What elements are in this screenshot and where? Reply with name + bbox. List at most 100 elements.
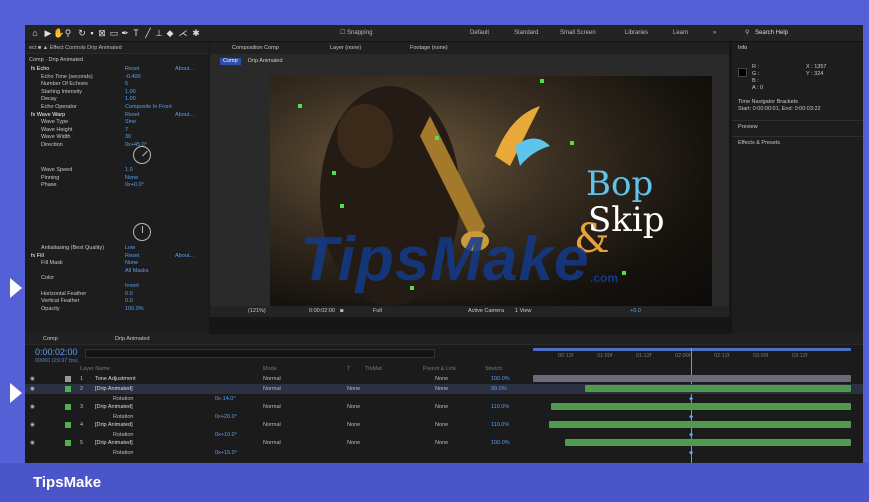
- effect-param-value[interactable]: None: [125, 175, 138, 182]
- effect-param-value[interactable]: 0.0: [125, 291, 133, 298]
- effect-param-label[interactable]: Antialiasing (Best Quality): [41, 245, 104, 252]
- layer-duration-bar[interactable]: [585, 385, 851, 392]
- effect-param-value[interactable]: 7: [125, 127, 128, 134]
- effect-param-value[interactable]: None: [125, 260, 138, 267]
- pen-tool-icon[interactable]: ✒: [120, 28, 130, 38]
- about-link[interactable]: About...: [175, 66, 194, 73]
- effect-param-value[interactable]: All Masks: [125, 268, 149, 275]
- mask-tool-icon[interactable]: ▭: [109, 28, 119, 38]
- layer-stretch[interactable]: 100.0%: [491, 438, 510, 448]
- mask-handle[interactable]: [332, 171, 336, 175]
- property-label[interactable]: Rotation: [113, 448, 134, 458]
- effect-param-value[interactable]: 1.0: [125, 167, 133, 174]
- property-row[interactable]: Rotation 0x+15.0° ◆: [25, 448, 863, 458]
- layer-visibility-icon[interactable]: ◉: [30, 384, 35, 394]
- resolution-dropdown[interactable]: Full: [373, 306, 382, 317]
- layer-mode[interactable]: Normal: [263, 374, 281, 384]
- layer-name[interactable]: Tone Adjustment: [95, 374, 136, 384]
- effect-param-value[interactable]: 30: [125, 134, 131, 141]
- mask-handle[interactable]: [622, 271, 626, 275]
- effect-param-label[interactable]: Phase: [41, 182, 57, 189]
- zoom-tool-icon[interactable]: ⚲: [63, 28, 73, 38]
- effect-param-label[interactable]: fx Wave Warp: [31, 112, 65, 119]
- column-header[interactable]: Stretch: [485, 366, 502, 373]
- layer-trkmat[interactable]: None: [347, 384, 360, 394]
- work-area-bar[interactable]: [533, 348, 851, 351]
- layer-row[interactable]: ◉ 5 [Drip Animated] Normal None None 100.0%: [25, 438, 863, 448]
- layer-name[interactable]: [Drip Animated]: [95, 420, 133, 430]
- effect-param-label[interactable]: Echo Time (seconds): [41, 74, 93, 81]
- snapping-checkbox[interactable]: ☐ Snapping: [340, 28, 372, 39]
- effect-param-label[interactable]: Opacity: [41, 306, 60, 313]
- effect-param-value[interactable]: 5: [125, 81, 128, 88]
- effect-param-value[interactable]: Low: [125, 245, 135, 252]
- home-icon[interactable]: ⌂: [30, 28, 40, 38]
- keyframe-icon[interactable]: ◆: [689, 448, 693, 458]
- search-input[interactable]: Search Help: [755, 28, 788, 39]
- effect-param-label[interactable]: Wave Speed: [41, 167, 72, 174]
- mask-handle[interactable]: [540, 79, 544, 83]
- layer-stretch[interactable]: 110.0%: [491, 402, 509, 412]
- tab-footage[interactable]: Footage (none): [410, 45, 448, 52]
- info-title[interactable]: Info: [738, 45, 747, 52]
- effect-param-value[interactable]: 100.0%: [125, 306, 144, 313]
- layer-parent[interactable]: None: [435, 420, 448, 430]
- about-link[interactable]: About...: [175, 253, 194, 260]
- effect-param-value[interactable]: 1.00: [125, 96, 136, 103]
- layer-row[interactable]: ◉ 1 Tone Adjustment Normal None 100.0%: [25, 374, 863, 384]
- layer-stretch[interactable]: 90.0%: [491, 384, 507, 394]
- layer-visibility-icon[interactable]: ◉: [30, 438, 35, 448]
- layer-row[interactable]: ◉ 4 [Drip Animated] Normal None None 110.0%: [25, 420, 863, 430]
- breadcrumb-comp[interactable]: Comp: [220, 58, 241, 65]
- column-header[interactable]: Mode: [263, 366, 277, 373]
- mask-handle[interactable]: [435, 136, 439, 140]
- eraser-tool-icon[interactable]: ◆: [165, 28, 175, 38]
- rotate-tool-icon[interactable]: ↻: [77, 28, 87, 38]
- layer-parent[interactable]: None: [435, 438, 448, 448]
- workspace-standard[interactable]: Standard: [514, 28, 538, 39]
- layer-name[interactable]: [Drip Animated]: [95, 384, 133, 394]
- puppet-tool-icon[interactable]: ✱: [191, 28, 201, 38]
- layer-stretch[interactable]: 100.0%: [491, 374, 510, 384]
- workspace-default[interactable]: Default: [470, 28, 489, 39]
- layer-stretch[interactable]: 110.0%: [491, 420, 509, 430]
- current-time[interactable]: 0:00:02:00: [309, 306, 335, 317]
- workspace-libraries[interactable]: Libraries: [625, 28, 648, 39]
- exposure-value[interactable]: +0.0: [630, 306, 641, 317]
- camera-icon[interactable]: ◙: [340, 306, 343, 317]
- layer-trkmat[interactable]: None: [347, 420, 360, 430]
- workspace-small-screen[interactable]: Small Screen: [560, 28, 596, 39]
- column-header[interactable]: TrkMat: [365, 366, 382, 373]
- camera-dropdown[interactable]: Active Camera: [468, 306, 504, 317]
- anchor-tool-icon[interactable]: ⊠: [97, 28, 107, 38]
- breadcrumb-layer[interactable]: Drip Animated: [248, 58, 283, 65]
- type-tool-icon[interactable]: T: [131, 28, 141, 38]
- layer-parent[interactable]: None: [435, 402, 448, 412]
- tab-layer[interactable]: Layer (none): [330, 45, 361, 52]
- preview-panel-tab[interactable]: Preview: [738, 124, 758, 131]
- zoom-dropdown[interactable]: (121%): [248, 306, 266, 317]
- effect-param-label[interactable]: Wave Type: [41, 119, 68, 126]
- hand-tool-icon[interactable]: ✋: [53, 28, 64, 38]
- effect-param-value[interactable]: Reset: [125, 112, 139, 119]
- layer-parent[interactable]: None: [435, 374, 448, 384]
- layer-trkmat[interactable]: None: [347, 438, 360, 448]
- direction-dial[interactable]: [133, 146, 151, 164]
- effect-param-value[interactable]: Invert: [125, 283, 139, 290]
- layer-mode[interactable]: Normal: [263, 402, 281, 412]
- effect-param-label[interactable]: Number Of Echoes: [41, 81, 88, 88]
- effect-param-value[interactable]: 1.00: [125, 89, 136, 96]
- effect-param-label[interactable]: Wave Width: [41, 134, 70, 141]
- mask-handle[interactable]: [340, 204, 344, 208]
- effect-param-value[interactable]: 0.0: [125, 298, 133, 305]
- roto-tool-icon[interactable]: ⋌: [178, 28, 188, 38]
- effect-param-value[interactable]: Reset: [125, 66, 139, 73]
- effect-param-label[interactable]: Pinning: [41, 175, 59, 182]
- workspace-learn[interactable]: Learn: [673, 28, 688, 39]
- tab-composition[interactable]: Composition Comp: [232, 45, 279, 52]
- effect-param-label[interactable]: Horizontal Feather: [41, 291, 86, 298]
- effect-param-value[interactable]: Reset: [125, 253, 139, 260]
- timeline-tab-drip[interactable]: Drip Animated: [115, 336, 150, 343]
- effect-param-value[interactable]: -0.400: [125, 74, 141, 81]
- layer-duration-bar[interactable]: [533, 375, 851, 382]
